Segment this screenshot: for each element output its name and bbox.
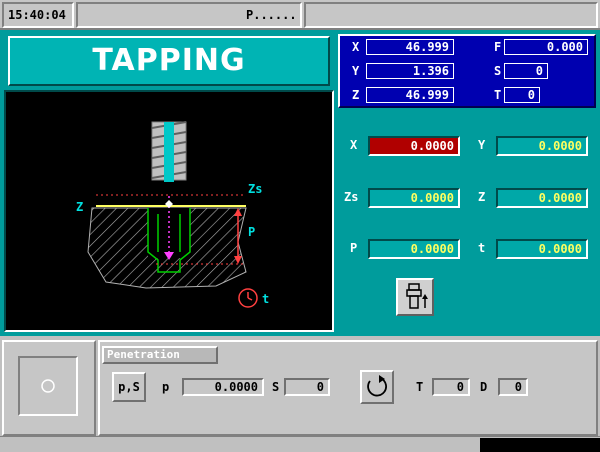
- field-t-input[interactable]: 0.0000: [496, 239, 588, 259]
- penetration-title: Penetration: [102, 346, 218, 364]
- coord-z-label: Z: [352, 88, 360, 102]
- coord-s-value: 0: [504, 63, 548, 79]
- field-x-input[interactable]: 0.0000: [368, 136, 460, 156]
- pen-t-input[interactable]: 0: [432, 378, 470, 396]
- tapping-diagram-svg: Z Zs P t: [76, 121, 269, 308]
- status-message-area: [480, 438, 600, 452]
- field-zs-label: Zs: [344, 190, 359, 204]
- diagram-zs-label: Zs: [248, 182, 262, 196]
- coord-f-value: 0.000: [504, 39, 588, 55]
- pen-d-input[interactable]: 0: [498, 378, 528, 396]
- field-y-input[interactable]: 0.0000: [496, 136, 588, 156]
- field-zs-input[interactable]: 0.0000: [368, 188, 460, 208]
- tool-core: [164, 122, 174, 182]
- field-x-label: X: [350, 138, 358, 152]
- field-z-input[interactable]: 0.0000: [496, 188, 588, 208]
- pen-d-label: D: [480, 380, 488, 394]
- diagram-t-label: t: [262, 292, 269, 306]
- coord-x-label: X: [352, 40, 360, 54]
- pen-s-input[interactable]: 0: [284, 378, 330, 396]
- coord-z-value: 46.999: [366, 87, 454, 103]
- top-info-cell: [304, 2, 598, 28]
- coord-f-label: F: [494, 40, 502, 54]
- coord-y-value: 1.396: [366, 63, 454, 79]
- field-p-label: P: [350, 241, 358, 255]
- pen-p-input[interactable]: 0.0000: [182, 378, 264, 396]
- clock-display: 15:40:04: [2, 2, 74, 28]
- pen-t-label: T: [416, 380, 424, 394]
- field-y-label: Y: [478, 138, 486, 152]
- diagram-z-label: Z: [76, 200, 83, 214]
- penetration-mode-button[interactable]: p,S: [112, 372, 146, 402]
- field-p-input[interactable]: 0.0000: [368, 239, 460, 259]
- clock-icon: [238, 288, 258, 308]
- coord-t-label: T: [494, 88, 502, 102]
- status-indicator-box: [18, 356, 78, 416]
- rotation-direction-button[interactable]: [360, 370, 394, 404]
- coord-s-label: S: [494, 64, 502, 78]
- coord-x-value: 46.999: [366, 39, 454, 55]
- tool-change-button[interactable]: [396, 278, 434, 316]
- cycle-title: TAPPING: [8, 36, 330, 86]
- clockwise-rotation-icon: [367, 375, 387, 397]
- tool-holder-icon: [406, 283, 428, 309]
- field-t-label: t: [478, 241, 486, 255]
- coord-t-value: 0: [504, 87, 540, 103]
- tapping-diagram: Z Zs P t: [4, 90, 334, 332]
- pen-p-label: p: [162, 380, 170, 394]
- pen-s-label: S: [272, 380, 280, 394]
- circle-indicator-icon: [41, 379, 55, 393]
- field-z-label: Z: [478, 190, 486, 204]
- coord-y-label: Y: [352, 64, 360, 78]
- program-name: P......: [76, 2, 302, 28]
- diagram-p-label: P: [248, 225, 255, 239]
